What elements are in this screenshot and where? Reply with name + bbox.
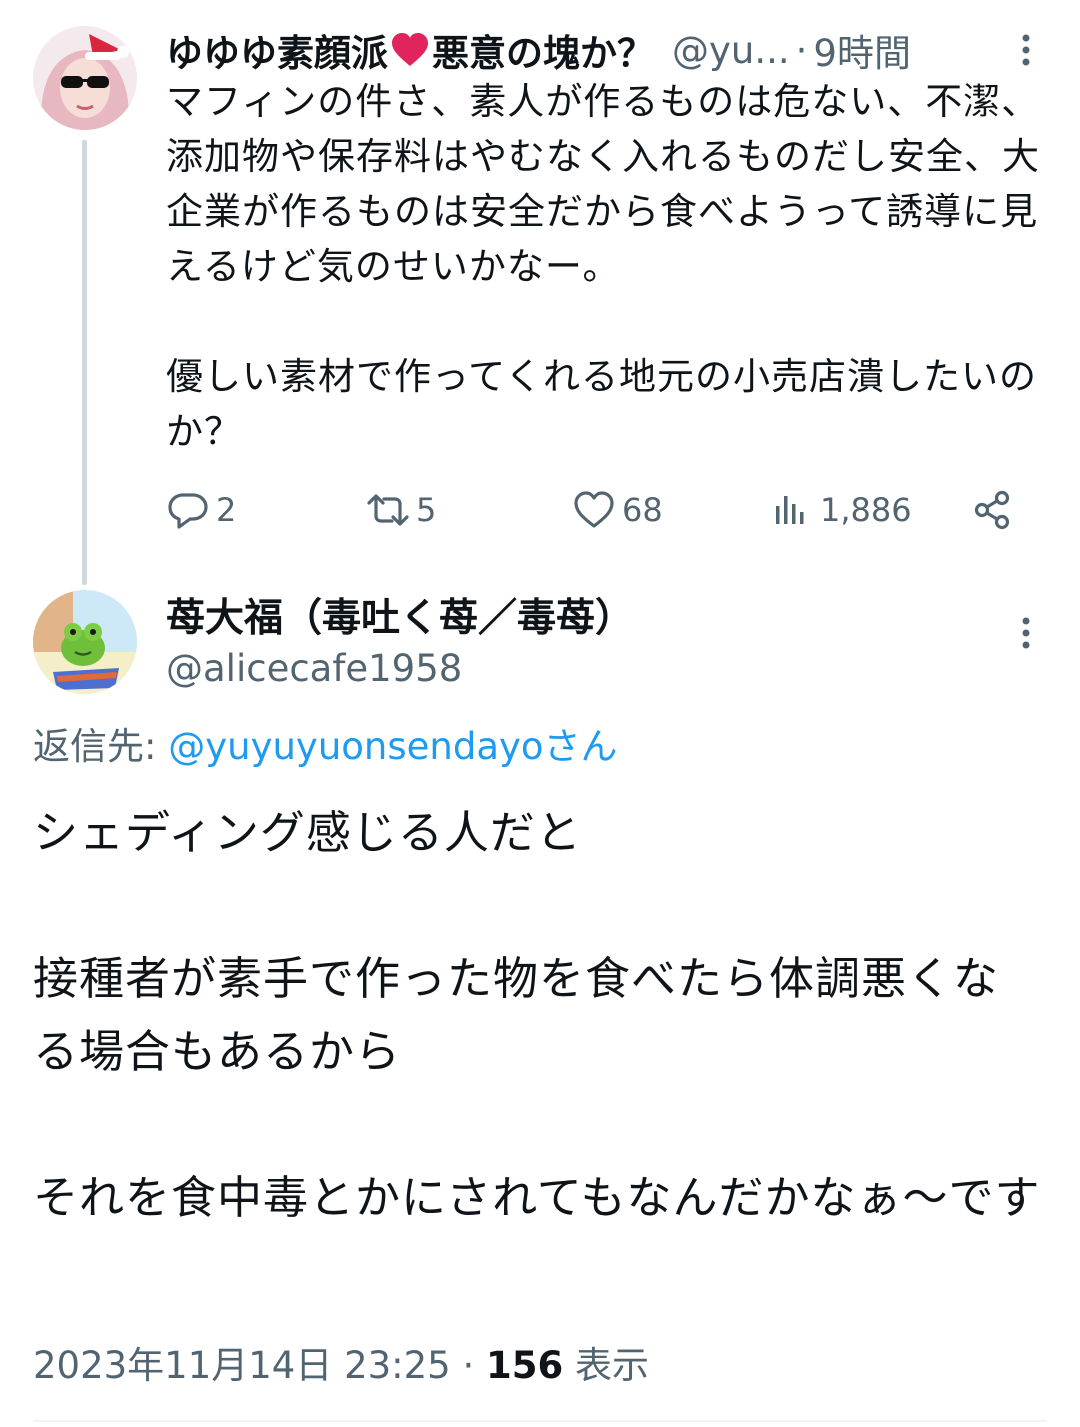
views-button[interactable]: 1,886 (770, 480, 912, 540)
replying-to-label: 返信先: (33, 725, 169, 768)
parent-display-name[interactable]: ゆゆゆ素顔派 (166, 23, 388, 77)
more-icon[interactable] (1016, 613, 1036, 653)
reply-button[interactable]: 2 (166, 480, 236, 540)
parent-avatar[interactable] (33, 26, 137, 130)
reply-handle[interactable]: @alicecafe1958 (166, 642, 866, 696)
reply-icon (168, 493, 208, 529)
avatar-image (33, 26, 137, 130)
replying-to-mention[interactable]: @yuyuyuonsendayo (168, 725, 543, 768)
views-label: 表示 (563, 1344, 650, 1387)
more-icon[interactable] (1016, 30, 1036, 70)
reply-tweet-text: シェディング感じる人だと 接種者が素手で作った物を食べたら体調悪くなる場合もある… (33, 806, 1041, 1224)
view-count: 156 (486, 1344, 564, 1387)
replying-to-suffix: さん (543, 725, 618, 768)
parent-display-name-suffix[interactable]: 悪意の塊か？ (432, 23, 654, 77)
parent-timestamp[interactable]: 9時間 (813, 23, 911, 77)
replying-to-line: 返信先: @yuyuyuonsendayoさん (33, 720, 1033, 774)
heart-emoji-icon (392, 33, 428, 66)
reply-count: 2 (216, 491, 237, 529)
like-count: 68 (622, 491, 663, 529)
parent-action-bar: 2 5 68 1,886 (166, 480, 1046, 540)
header-separator: · (795, 28, 808, 72)
views-icon (776, 496, 804, 524)
tweet-meta: 2023年11月14日 23:25 · 156 表示 (33, 1338, 1033, 1394)
reply-avatar[interactable] (33, 590, 137, 694)
views-count: 1,886 (820, 491, 912, 529)
share-button[interactable] (970, 480, 1020, 540)
parent-tweet-header: ゆゆゆ素顔派 悪意の塊か？ @yu... · 9時間 (166, 22, 1056, 78)
parent-handle[interactable]: @yu... (672, 29, 790, 72)
share-icon (974, 490, 1010, 530)
reply-display-name[interactable]: 苺大福（毒吐く苺／毒苺） (166, 590, 986, 648)
divider (33, 1420, 1047, 1422)
parent-tweet-text: マフィンの件さ、素人が作るものは危ない、不潔、添加物や保存料はやむなく入れるもの… (166, 80, 1040, 453)
retweet-count: 5 (416, 491, 437, 529)
retweet-button[interactable]: 5 (366, 480, 436, 540)
tweet-thread-page: ゆゆゆ素顔派 悪意の塊か？ @yu... · 9時間 マフィンの件さ、素人が作る… (0, 0, 1080, 1427)
like-button[interactable]: 68 (572, 480, 663, 540)
avatar-image (33, 590, 137, 694)
meta-separator: · (450, 1344, 487, 1387)
thread-connector-line (82, 140, 87, 585)
retweet-icon (367, 494, 409, 526)
like-icon (574, 491, 614, 528)
tweet-timestamp[interactable]: 2023年11月14日 23:25 (33, 1344, 451, 1387)
